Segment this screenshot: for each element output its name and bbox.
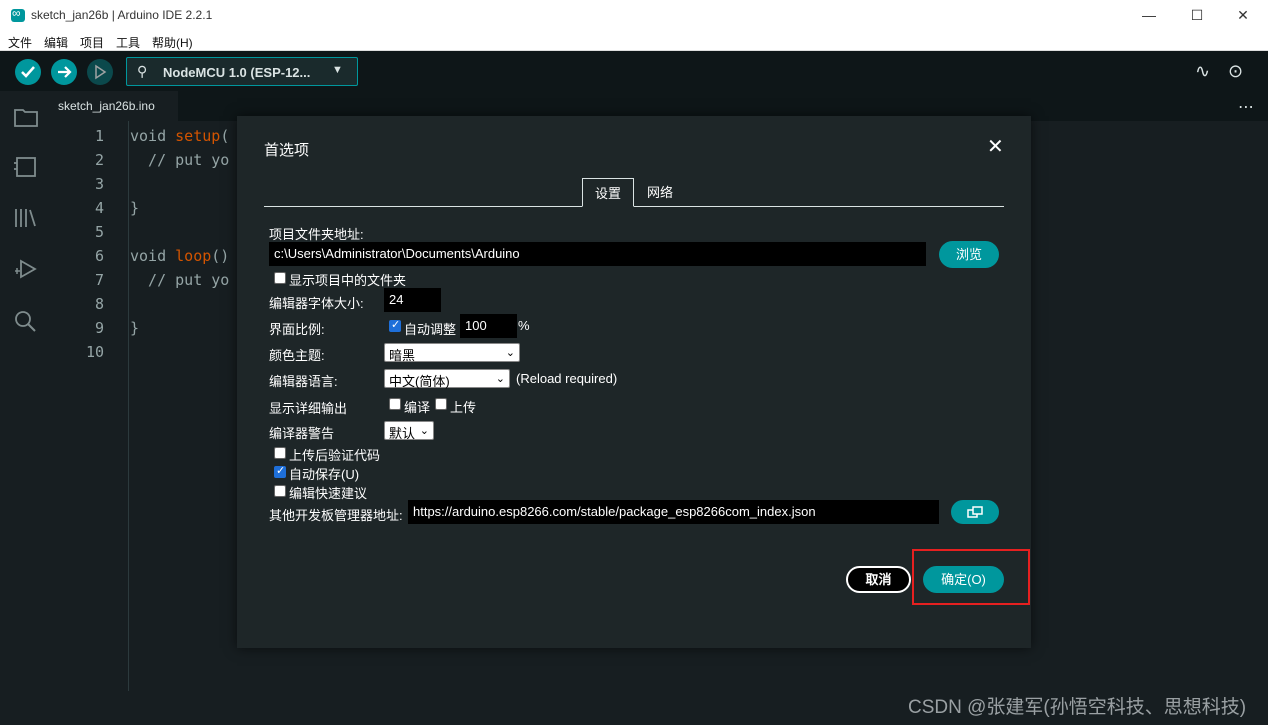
- reload-note: (Reload required): [516, 371, 618, 386]
- maximize-button[interactable]: ☐: [1187, 5, 1207, 25]
- debug-panel-icon[interactable]: [13, 257, 39, 281]
- quick-suggestions-label: 编辑快速建议: [289, 486, 368, 501]
- code-line: void loop(): [130, 247, 230, 265]
- upload-icon: [58, 66, 72, 78]
- auto-save-label: 自动保存(U): [289, 467, 360, 482]
- language-value: 中文(简体): [389, 374, 450, 389]
- line-number: 1: [94, 127, 104, 145]
- auto-save-checkbox[interactable]: [274, 464, 286, 478]
- tab-network[interactable]: 网络: [637, 178, 683, 207]
- debug-icon: [95, 64, 107, 80]
- minimize-button[interactable]: —: [1139, 5, 1159, 25]
- font-size-input[interactable]: 24: [384, 288, 441, 312]
- theme-select[interactable]: 暗黑 ⌄: [384, 343, 520, 363]
- show-files-checkbox[interactable]: [274, 272, 286, 284]
- line-number: 4: [94, 199, 104, 217]
- menu-tools[interactable]: 工具: [116, 34, 140, 51]
- language-select[interactable]: 中文(简体) ⌄: [384, 369, 510, 389]
- close-window-button[interactable]: ✕: [1233, 5, 1253, 25]
- code-line: }: [130, 199, 140, 217]
- verify-icon: [21, 66, 35, 78]
- verbose-upload-checkbox[interactable]: [435, 398, 447, 410]
- auto-adjust-checkbox[interactable]: [389, 318, 401, 332]
- verify-button[interactable]: [15, 59, 41, 85]
- chevron-down-icon: ⌄: [495, 373, 505, 385]
- warnings-value: 默认: [389, 426, 416, 441]
- code-line: }: [130, 319, 140, 337]
- window-title: sketch_jan26b | Arduino IDE 2.2.1: [31, 8, 213, 22]
- browse-button[interactable]: 浏览: [939, 241, 999, 268]
- language-label: 编辑器语言:: [269, 374, 338, 389]
- tab-settings[interactable]: 设置: [582, 178, 634, 207]
- search-icon[interactable]: [13, 309, 39, 333]
- verify-after-upload-label: 上传后验证代码: [289, 448, 381, 463]
- verbose-compile-checkbox[interactable]: [389, 398, 401, 410]
- sketchbook-folder-icon[interactable]: [13, 105, 39, 129]
- editor-tab-label: sketch_jan26b.ino: [58, 99, 155, 113]
- verbose-compile-label: 编译: [404, 400, 431, 415]
- chevron-down-icon: ⌄: [505, 347, 515, 359]
- menu-file[interactable]: 文件: [8, 34, 32, 51]
- line-number: 10: [85, 343, 104, 361]
- cancel-button[interactable]: 取消: [846, 566, 911, 593]
- line-number: 5: [94, 223, 104, 241]
- serial-monitor-icon[interactable]: ⊙: [1228, 61, 1243, 82]
- arduino-logo-icon: [11, 6, 25, 22]
- line-number: 3: [94, 175, 104, 193]
- board-manager-icon[interactable]: [13, 155, 39, 179]
- sidebar: [0, 91, 50, 725]
- chevron-down-icon: ▼: [332, 64, 343, 76]
- library-manager-icon[interactable]: [13, 206, 39, 230]
- dialog-title: 首选项: [264, 142, 310, 159]
- board-urls-label: 其他开发板管理器地址:: [269, 508, 403, 523]
- code-line: // put yo: [130, 271, 230, 289]
- board-name: NodeMCU 1.0 (ESP-12...: [163, 65, 311, 80]
- menu-edit[interactable]: 编辑: [44, 34, 68, 51]
- scale-label: 界面比例:: [269, 322, 325, 337]
- title-bar: sketch_jan26b | Arduino IDE 2.2.1 — ☐ ✕: [0, 0, 1268, 31]
- verbose-upload-label: 上传: [450, 400, 477, 415]
- line-number: 9: [94, 319, 104, 337]
- upload-button[interactable]: [51, 59, 77, 85]
- gutter-divider: [128, 121, 129, 691]
- tabs-divider: [264, 206, 1004, 207]
- sketchbook-path-input[interactable]: c:\Users\Administrator\Documents\Arduino: [269, 242, 926, 266]
- font-size-label: 编辑器字体大小:: [269, 296, 364, 311]
- code-line: void setup(: [130, 127, 230, 145]
- debug-button[interactable]: [87, 59, 113, 85]
- more-options-icon[interactable]: ⋯: [1238, 97, 1254, 117]
- theme-label: 颜色主题:: [269, 348, 325, 363]
- verbose-label: 显示详细输出: [269, 401, 348, 416]
- open-window-icon: [967, 506, 983, 518]
- board-urls-input[interactable]: https://arduino.esp8266.com/stable/packa…: [408, 500, 939, 524]
- watermark: CSDN @张建军(孙悟空科技、思想科技): [908, 697, 1247, 718]
- warnings-label: 编译器警告: [269, 426, 335, 441]
- serial-plotter-icon[interactable]: ∿: [1195, 61, 1210, 82]
- show-files-label: 显示项目中的文件夹: [289, 273, 407, 288]
- highlight-annotation: [912, 549, 1030, 605]
- toolbar: ⚲ NodeMCU 1.0 (ESP-12... ▼ ∿ ⊙: [0, 51, 1268, 91]
- usb-icon: ⚲: [137, 63, 148, 79]
- board-selector[interactable]: ⚲ NodeMCU 1.0 (ESP-12... ▼: [126, 57, 358, 86]
- line-number: 7: [94, 271, 104, 289]
- editor-tab[interactable]: sketch_jan26b.ino: [50, 91, 178, 121]
- line-number: 6: [94, 247, 104, 265]
- theme-value: 暗黑: [389, 348, 416, 363]
- warnings-select[interactable]: 默认 ⌄: [384, 421, 434, 441]
- chevron-down-icon: ⌄: [419, 425, 429, 437]
- line-number: 8: [94, 295, 104, 313]
- scale-input[interactable]: 100: [460, 314, 517, 338]
- verify-after-upload-checkbox[interactable]: [274, 447, 286, 459]
- menu-help[interactable]: 帮助(H): [152, 34, 193, 51]
- auto-adjust-label: 自动调整: [404, 322, 457, 337]
- edit-urls-button[interactable]: [951, 500, 999, 524]
- menu-bar: 文件 编辑 项目 工具 帮助(H): [0, 31, 1268, 51]
- menu-project[interactable]: 项目: [80, 34, 104, 51]
- code-line: // put yo: [130, 151, 230, 169]
- scale-unit: %: [518, 318, 530, 333]
- sketchbook-label: 项目文件夹地址:: [269, 227, 364, 242]
- line-number: 2: [94, 151, 104, 169]
- close-icon[interactable]: ✕: [987, 134, 1004, 159]
- quick-suggestions-checkbox[interactable]: [274, 485, 286, 497]
